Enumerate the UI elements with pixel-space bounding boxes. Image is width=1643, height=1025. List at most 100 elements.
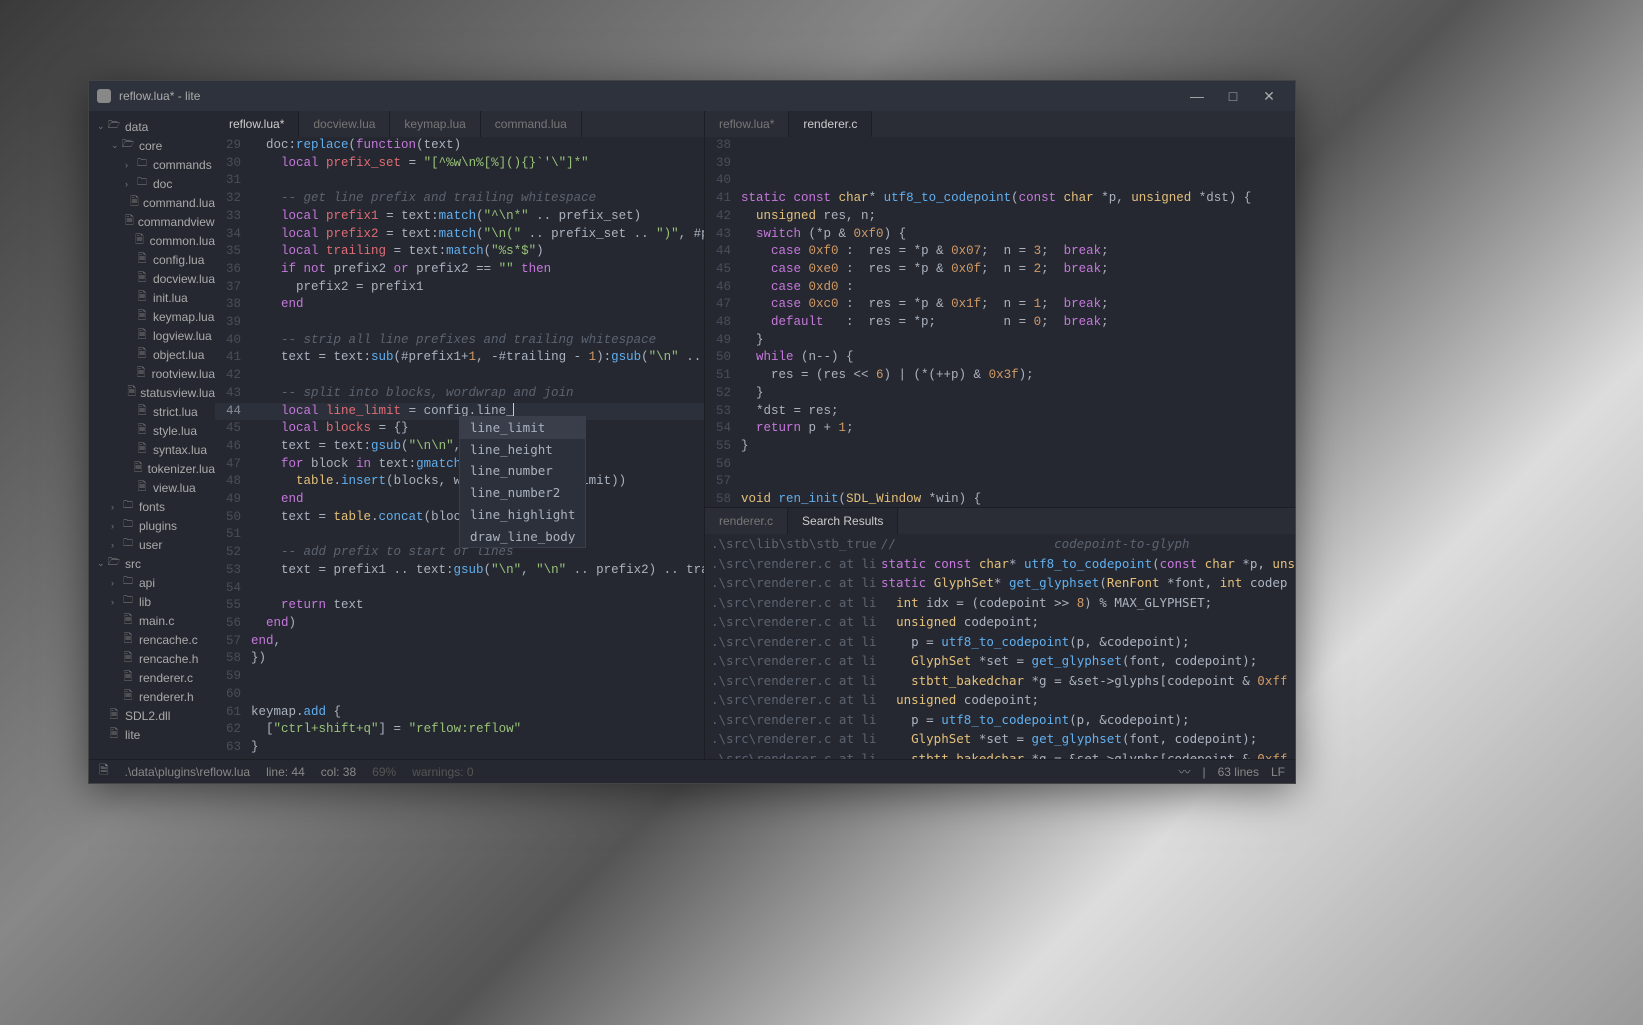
tree-file[interactable]: 🗎renderer.h (89, 687, 215, 706)
tree-file[interactable]: 🗎statusview.lua (89, 383, 215, 402)
code-line[interactable]: 58void ren_init(SDL_Window *win) { (705, 491, 1295, 507)
code-line[interactable]: 51 res = (res << 6) | (*(++p) & 0x3f); (705, 367, 1295, 385)
code-line[interactable]: 32 -- get line prefix and trailing white… (215, 190, 704, 208)
code-line[interactable]: 46 case 0xd0 : (705, 279, 1295, 297)
tab[interactable]: docview.lua (299, 111, 390, 137)
search-result-line[interactable]: .\src\renderer.c at line 330 (col 40): G… (705, 729, 1295, 749)
code-line[interactable]: 59 (215, 668, 704, 686)
code-line[interactable]: 44 case 0xf0 : res = *p & 0x07; n = 3; b… (705, 243, 1295, 261)
tree-file[interactable]: 🗎tokenizer.lua (89, 459, 215, 478)
code-line[interactable]: 43 -- split into blocks, wordwrap and jo… (215, 385, 704, 403)
code-line[interactable]: 47 case 0xc0 : res = *p & 0x1f; n = 1; b… (705, 296, 1295, 314)
search-result-line[interactable]: .\src\renderer.c at line 225 (col 40): G… (705, 651, 1295, 671)
tree-folder[interactable]: ›🗀doc (89, 174, 215, 193)
minimize-button[interactable]: — (1179, 82, 1215, 110)
search-result-line[interactable]: .\src\renderer.c at line 224 (col 17): p… (705, 632, 1295, 652)
code-line[interactable]: 58}) (215, 650, 704, 668)
autocomplete-item[interactable]: line_highlight (460, 504, 585, 526)
tab[interactable]: renderer.c (789, 111, 872, 137)
code-line[interactable]: 48 default : res = *p; n = 0; break; (705, 314, 1295, 332)
tree-file[interactable]: 🗎syntax.lua (89, 440, 215, 459)
close-button[interactable]: ✕ (1251, 82, 1287, 110)
titlebar[interactable]: reflow.lua* - lite — □ ✕ (89, 81, 1295, 111)
search-result-line[interactable]: .\src\renderer.c at line 148 (col 14): i… (705, 593, 1295, 613)
tree-folder[interactable]: ›🗀fonts (89, 497, 215, 516)
code-line[interactable]: 56 (705, 456, 1295, 474)
code-line[interactable]: 40 -- strip all line prefixes and traili… (215, 332, 704, 350)
tree-folder[interactable]: ›🗀lib (89, 592, 215, 611)
code-line[interactable]: 57end, (215, 633, 704, 651)
tab[interactable]: renderer.c (705, 508, 788, 534)
search-result-line[interactable]: .\src\renderer.c at line 147 (col 50):st… (705, 573, 1295, 593)
search-result-line[interactable]: .\src\renderer.c at line 329 (col 17): p… (705, 710, 1295, 730)
tree-file[interactable]: 🗎rencache.h (89, 649, 215, 668)
autocomplete-item[interactable]: line_limit (460, 417, 585, 439)
code-line[interactable]: 41static const char* utf8_to_codepoint(c… (705, 190, 1295, 208)
tree-file[interactable]: 🗎keymap.lua (89, 307, 215, 326)
tree-folder[interactable]: ⌄🗁src (89, 554, 215, 573)
code-line[interactable]: 42 unsigned res, n; (705, 208, 1295, 226)
code-line[interactable]: 45 case 0xe0 : res = *p & 0x0f; n = 2; b… (705, 261, 1295, 279)
tree-folder[interactable]: ›🗀commands (89, 155, 215, 174)
search-result-line[interactable]: .\src\renderer.c at line 331 (col 39): s… (705, 749, 1295, 760)
autocomplete-popup[interactable]: line_limitline_heightline_numberline_num… (459, 416, 586, 548)
autocomplete-item[interactable]: line_number (460, 460, 585, 482)
code-line[interactable]: 62 ["ctrl+shift+q"] = "reflow:reflow" (215, 721, 704, 739)
code-line[interactable]: 49 } (705, 332, 1295, 350)
tab[interactable]: reflow.lua* (705, 111, 789, 137)
tab[interactable]: command.lua (481, 111, 582, 137)
tree-file[interactable]: 🗎view.lua (89, 478, 215, 497)
code-line[interactable]: 39 (705, 155, 1295, 173)
left-code-editor[interactable]: 29 doc:replace(function(text)30 local pr… (215, 137, 704, 759)
code-line[interactable]: 52 } (705, 385, 1295, 403)
tree-file[interactable]: 🗎command.lua (89, 193, 215, 212)
search-result-line[interactable]: .\src\renderer.c at line 41 (col 28):sta… (705, 554, 1295, 574)
tree-file[interactable]: 🗎init.lua (89, 288, 215, 307)
tree-file[interactable]: 🗎logview.lua (89, 326, 215, 345)
tree-folder[interactable]: ⌄🗁core (89, 136, 215, 155)
search-result-line[interactable]: .\src\renderer.c at line 222 (col 12): u… (705, 612, 1295, 632)
code-line[interactable]: 54 (215, 580, 704, 598)
code-line[interactable]: 57 (705, 473, 1295, 491)
tab[interactable]: Search Results (788, 508, 898, 534)
code-line[interactable]: 30 local prefix_set = "[^%w\n%[%](){}`'\… (215, 155, 704, 173)
search-results[interactable]: .\src\lib\stb\stb_truetype.h at line 480… (705, 534, 1295, 759)
code-line[interactable]: 55 return text (215, 597, 704, 615)
tree-file[interactable]: 🗎rootview.lua (89, 364, 215, 383)
file-tree-sidebar[interactable]: ⌄🗁data⌄🗁core›🗀commands›🗀doc🗎command.lua 🗎… (89, 111, 215, 759)
tree-folder[interactable]: ›🗀plugins (89, 516, 215, 535)
autocomplete-item[interactable]: line_number2 (460, 482, 585, 504)
code-line[interactable]: 60 (215, 686, 704, 704)
code-line[interactable]: 50 while (n--) { (705, 349, 1295, 367)
code-line[interactable]: 39 (215, 314, 704, 332)
code-line[interactable]: 63} (215, 739, 704, 757)
tab[interactable]: keymap.lua (390, 111, 480, 137)
maximize-button[interactable]: □ (1215, 82, 1251, 110)
code-line[interactable]: 40 (705, 172, 1295, 190)
tree-file[interactable]: 🗎style.lua (89, 421, 215, 440)
tree-folder[interactable]: ⌄🗁data (89, 117, 215, 136)
code-line[interactable]: 36 if not prefix2 or prefix2 == "" then (215, 261, 704, 279)
search-result-line[interactable]: .\src\renderer.c at line 327 (col 12): u… (705, 690, 1295, 710)
code-line[interactable]: 35 local trailing = text:match("%s*$") (215, 243, 704, 261)
code-line[interactable]: 54 return p + 1; (705, 420, 1295, 438)
code-line[interactable]: 38 (705, 137, 1295, 155)
code-line[interactable]: 56 end) (215, 615, 704, 633)
tree-file[interactable]: 🗎renderer.c (89, 668, 215, 687)
tree-file[interactable]: 🗎config.lua (89, 250, 215, 269)
autocomplete-item[interactable]: line_height (460, 439, 585, 461)
tree-file[interactable]: 🗎common.lua (89, 231, 215, 250)
search-result-line[interactable]: .\src\lib\stb\stb_truetype.h at line 480… (705, 534, 1295, 554)
code-line[interactable]: 43 switch (*p & 0xf0) { (705, 226, 1295, 244)
code-line[interactable]: 33 local prefix1 = text:match("^\n*" .. … (215, 208, 704, 226)
code-line[interactable]: 37 prefix2 = prefix1 (215, 279, 704, 297)
autocomplete-item[interactable]: draw_line_body (460, 526, 585, 548)
tree-file[interactable]: 🗎lite (89, 725, 215, 744)
code-line[interactable]: 42 (215, 367, 704, 385)
code-line[interactable]: 29 doc:replace(function(text) (215, 137, 704, 155)
code-line[interactable]: 61keymap.add { (215, 704, 704, 722)
tree-file[interactable]: 🗎rencache.c (89, 630, 215, 649)
tree-file[interactable]: 🗎SDL2.dll (89, 706, 215, 725)
right-code-editor[interactable]: 38394041static const char* utf8_to_codep… (705, 137, 1295, 507)
code-line[interactable]: 31 (215, 172, 704, 190)
